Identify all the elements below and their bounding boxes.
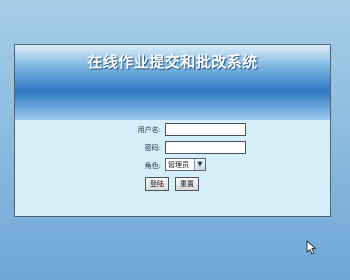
- panel-header: 在线作业提交和批改系统: [15, 45, 330, 120]
- role-selected-value: 管理员: [168, 161, 189, 169]
- password-input[interactable]: [165, 141, 246, 154]
- role-select[interactable]: 管理员 ▼: [165, 158, 206, 171]
- username-input[interactable]: [165, 123, 246, 136]
- chevron-down-icon[interactable]: ▼: [194, 159, 205, 170]
- role-label: 角色:: [144, 162, 161, 170]
- username-label: 用户名:: [137, 126, 161, 134]
- login-button[interactable]: 登陆: [145, 177, 169, 191]
- system-title: 在线作业提交和批改系统: [87, 53, 258, 71]
- reset-button[interactable]: 重置: [175, 177, 199, 191]
- password-label: 密码:: [144, 144, 161, 152]
- login-panel: 在线作业提交和批改系统 用户名: 密码: 角色: 管理员 ▼ 登陆 重置: [14, 44, 331, 217]
- mouse-cursor-icon: [306, 240, 316, 255]
